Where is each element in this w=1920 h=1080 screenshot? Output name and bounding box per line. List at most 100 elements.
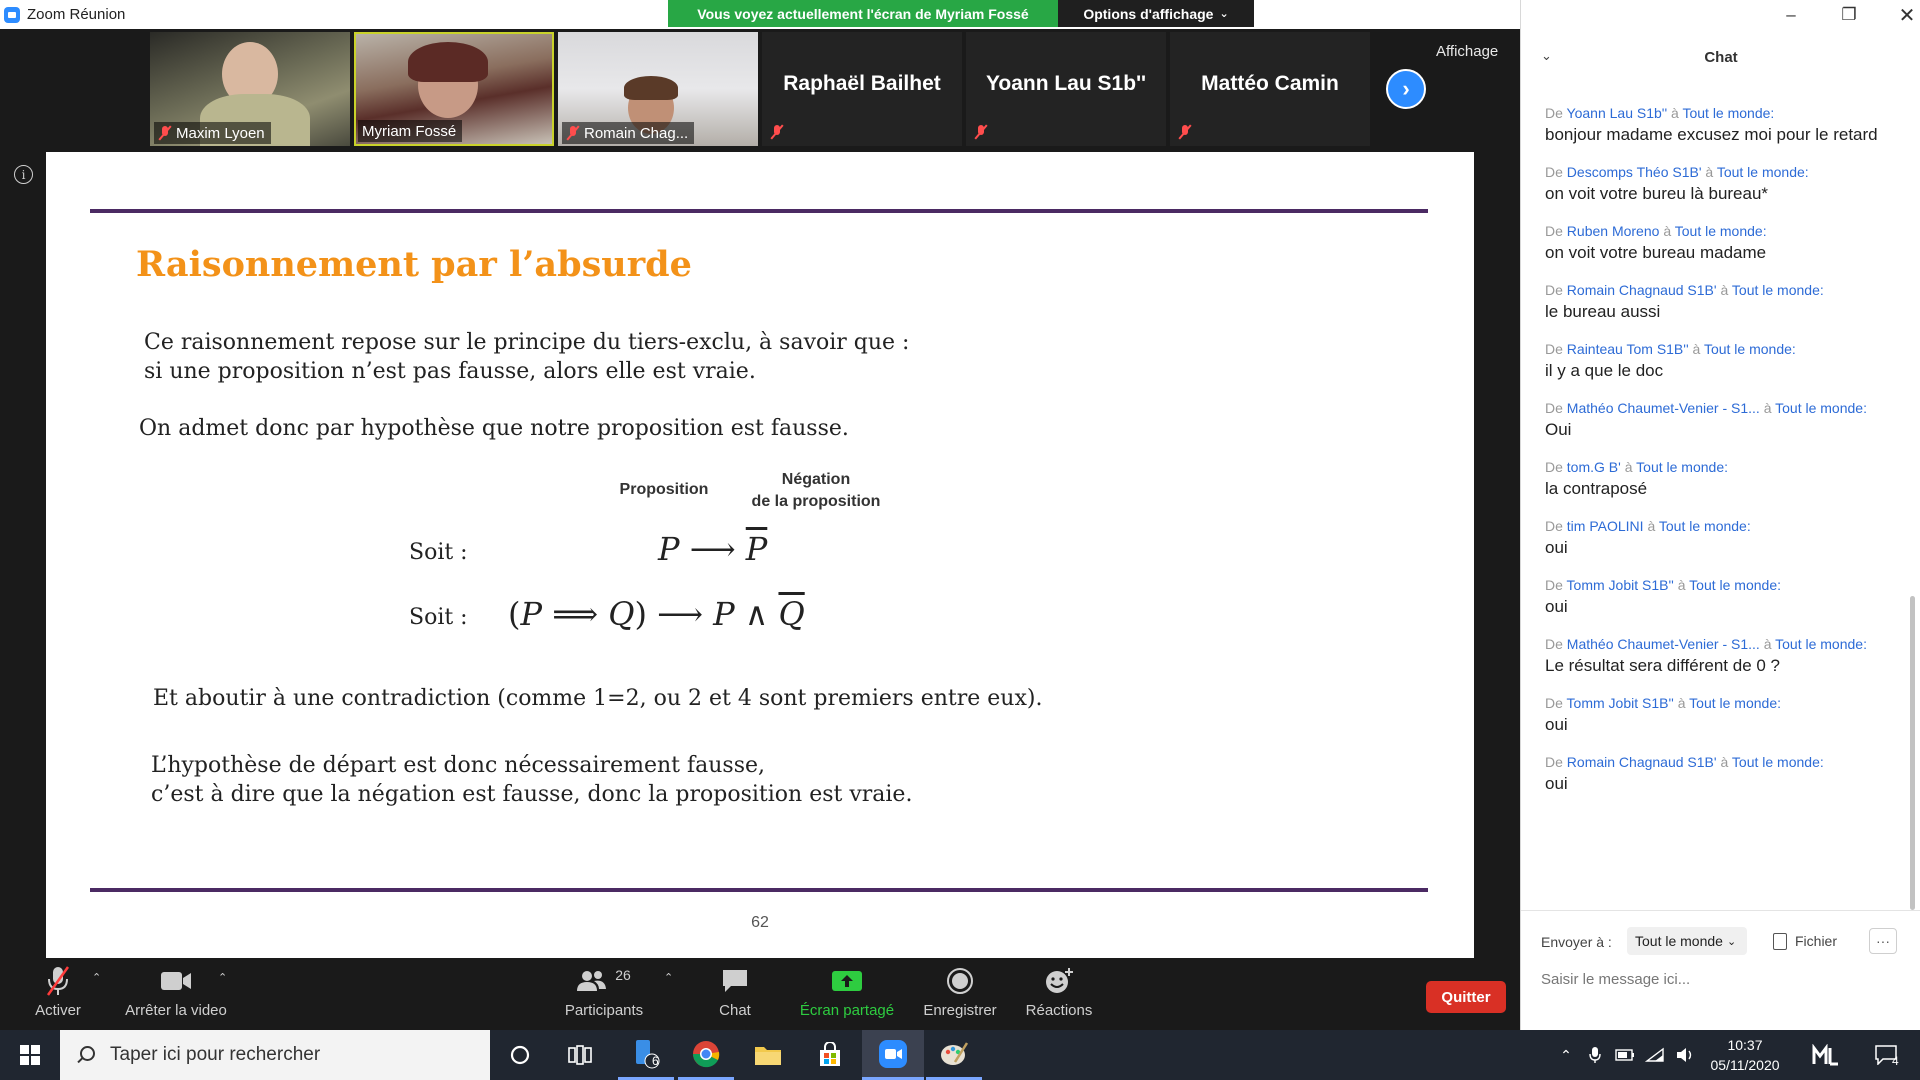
chat-sender[interactable]: Rainteau Tom S1B'': [1567, 341, 1689, 357]
cortana-icon[interactable]: [492, 1030, 548, 1080]
record-button[interactable]: Enregistrer: [912, 959, 1008, 1030]
participant-name-tag: Maxim Lyoen: [154, 122, 271, 144]
title-bar: Zoom Réunion Vous voyez actuellement l'é…: [0, 0, 1520, 29]
participant-name: Maxim Lyoen: [176, 124, 265, 142]
info-icon[interactable]: i: [14, 165, 33, 184]
chat-message-meta: De Yoann Lau S1b'' à Tout le monde:: [1545, 104, 1905, 122]
taskbar-clock[interactable]: 10:37 05/11/2020: [1700, 1035, 1790, 1075]
slide-paragraph: Et aboutir à une contradiction (comme 1=…: [153, 686, 1043, 711]
file-explorer-icon[interactable]: [740, 1030, 796, 1080]
participant-tile[interactable]: Maxim Lyoen: [150, 32, 350, 146]
chat-sender[interactable]: Romain Chagnaud S1B': [1567, 282, 1717, 298]
chat-from-word: De: [1545, 164, 1563, 180]
chat-sender[interactable]: Mathéo Chaumet-Venier - S1...: [1567, 400, 1760, 416]
notifications-icon[interactable]: 4: [1866, 1030, 1906, 1080]
zoom-taskbar-icon[interactable]: [862, 1030, 924, 1080]
chat-button[interactable]: Chat: [700, 959, 770, 1030]
zoom-app-icon: [4, 7, 20, 23]
microphone-icon[interactable]: [1582, 1030, 1608, 1080]
chat-to-word: à: [1647, 518, 1656, 534]
file-icon: [1773, 932, 1787, 950]
show-hidden-icons-chevron-icon[interactable]: ⌃: [1552, 1030, 1580, 1080]
mic-muted-icon: [566, 125, 580, 141]
volume-icon[interactable]: [1672, 1030, 1698, 1080]
chat-sender[interactable]: Descomps Théo S1B': [1567, 164, 1702, 180]
chat-message-text: oui: [1545, 774, 1568, 793]
chat-to-word: à: [1763, 400, 1772, 416]
chat-from-word: De: [1545, 577, 1563, 593]
restore-icon[interactable]: ❐: [1829, 4, 1869, 26]
chat-message-text: le bureau aussi: [1545, 302, 1661, 321]
store-icon[interactable]: [802, 1030, 858, 1080]
share-screen-button[interactable]: Écran partagé: [792, 959, 902, 1030]
chat-message-text: bonjour madame excusez moi pour le retar…: [1545, 125, 1878, 144]
send-to-select[interactable]: Tout le monde ⌄: [1627, 927, 1747, 955]
chat-message: De Yoann Lau S1b'' à Tout le monde: bonjo…: [1545, 104, 1905, 147]
chat-recipient: Tout le monde:: [1703, 341, 1796, 357]
phone-app-icon[interactable]: 6: [618, 1030, 674, 1080]
chat-sender[interactable]: Romain Chagnaud S1B': [1567, 754, 1717, 770]
chat-sender[interactable]: Ruben Moreno: [1567, 223, 1660, 239]
chat-from-word: De: [1545, 459, 1563, 475]
slide-bottom-rule: [90, 888, 1428, 892]
soit-label: Soit :: [409, 540, 468, 565]
chat-sender[interactable]: Mathéo Chaumet-Venier - S1...: [1567, 636, 1760, 652]
video-options-chevron-icon[interactable]: ⌃: [218, 971, 227, 984]
audio-options-chevron-icon[interactable]: ⌃: [92, 971, 101, 984]
chrome-icon[interactable]: [678, 1030, 734, 1080]
chat-header: ⌄ Chat: [1521, 36, 1920, 76]
file-button[interactable]: Fichier: [1773, 929, 1837, 953]
app-tray-icon[interactable]: [1808, 1030, 1844, 1080]
participants-options-chevron-icon[interactable]: ⌃: [664, 971, 673, 984]
chat-message-input[interactable]: [1541, 965, 1901, 993]
chat-message-text: Le résultat sera différent de 0 ?: [1545, 656, 1781, 675]
participant-tile[interactable]: Raphaël Bailhet: [762, 32, 962, 146]
participants-label: Participants: [564, 1002, 644, 1019]
participants-button[interactable]: 26 Participants: [554, 959, 654, 1030]
participant-name-tag: Myriam Fossé: [358, 120, 463, 142]
chat-sender[interactable]: tim PAOLINI: [1567, 518, 1644, 534]
chat-sender[interactable]: tom.G B': [1567, 459, 1621, 475]
slide-paragraph: Ce raisonnement repose sur le principe d…: [144, 330, 910, 355]
chat-from-word: De: [1545, 518, 1563, 534]
participant-tile[interactable]: Yoann Lau S1b'': [966, 32, 1166, 146]
view-button[interactable]: Affichage: [1436, 43, 1498, 60]
participant-tile[interactable]: Mattéo Camin: [1170, 32, 1370, 146]
unmute-button[interactable]: Activer: [20, 959, 96, 1030]
view-options-button[interactable]: Options d'affichage ⌄: [1058, 0, 1254, 27]
chat-message: De Ruben Moreno à Tout le monde: on voit …: [1545, 222, 1905, 265]
next-page-arrow-icon[interactable]: ›: [1386, 69, 1426, 109]
chat-recipient: Tout le monde:: [1775, 636, 1867, 652]
close-icon[interactable]: ✕: [1887, 4, 1920, 27]
paint-icon[interactable]: [926, 1030, 982, 1080]
chat-message-meta: De Mathéo Chaumet-Venier - S1... à Tout …: [1545, 399, 1905, 417]
unmute-label: Activer: [35, 1002, 81, 1019]
leave-button[interactable]: Quitter: [1426, 981, 1506, 1013]
chat-sender[interactable]: Tomm Jobit S1B'': [1567, 577, 1674, 593]
chat-message: De tim PAOLINI à Tout le monde: oui: [1545, 517, 1905, 560]
chat-message: De Descomps Théo S1B' à Tout le monde: on…: [1545, 163, 1905, 206]
participant-name: Mattéo Camin: [1201, 72, 1339, 95]
record-label: Enregistrer: [923, 1002, 997, 1019]
wifi-icon[interactable]: [1642, 1030, 1668, 1080]
chat-message: De Romain Chagnaud S1B' à Tout le monde:…: [1545, 753, 1905, 796]
more-options-button[interactable]: ···: [1869, 928, 1897, 954]
participant-tile[interactable]: Romain Chag...: [558, 32, 758, 146]
taskbar-search-box[interactable]: Taper ici pour rechercher: [60, 1030, 490, 1080]
chat-sender[interactable]: Tomm Jobit S1B'': [1567, 695, 1674, 711]
chat-from-word: De: [1545, 341, 1563, 357]
chat-message-meta: De Ruben Moreno à Tout le monde:: [1545, 222, 1905, 240]
task-view-icon[interactable]: [552, 1030, 608, 1080]
chat-bubble-icon: [721, 963, 749, 999]
chat-to-word: à: [1671, 105, 1679, 121]
windows-logo-icon: [20, 1045, 40, 1065]
participant-tile-active[interactable]: Myriam Fossé: [354, 32, 554, 146]
reactions-button[interactable]: Réactions: [1014, 959, 1104, 1030]
chat-sender[interactable]: Yoann Lau S1b'': [1567, 105, 1668, 121]
chat-scrollbar[interactable]: [1910, 596, 1915, 910]
start-button[interactable]: [0, 1030, 60, 1080]
minimize-icon[interactable]: –: [1771, 4, 1811, 26]
battery-icon[interactable]: [1612, 1030, 1638, 1080]
stop-video-button[interactable]: Arrêter la video: [118, 959, 234, 1030]
negation-header-line: Négation: [781, 471, 851, 488]
